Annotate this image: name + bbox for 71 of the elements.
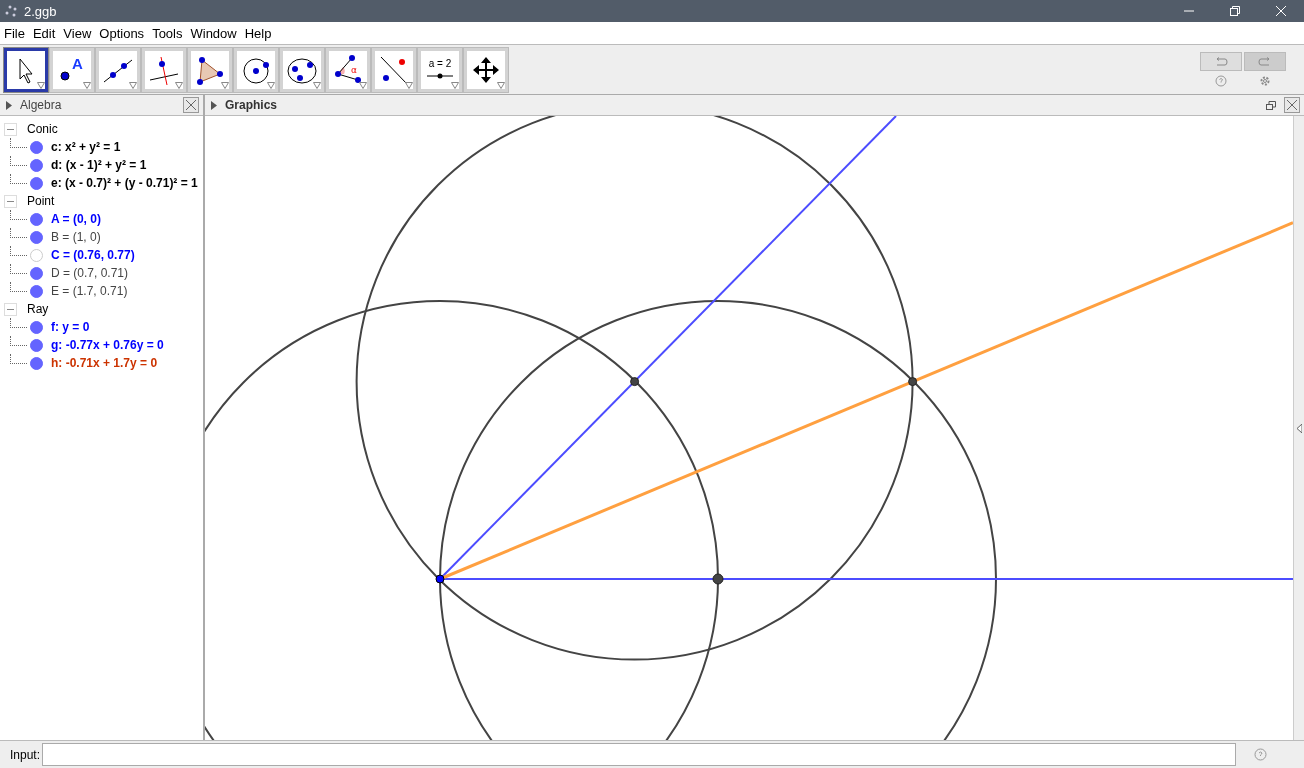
point (908, 377, 918, 387)
dropdown-triangle-icon (405, 81, 413, 89)
visibility-toggle[interactable] (30, 248, 43, 262)
menu-item[interactable]: View (59, 25, 96, 41)
panel-title: Algebra (20, 98, 63, 112)
panel-title: Graphics (225, 98, 279, 112)
dropdown-triangle-icon (359, 81, 367, 89)
visibility-toggle[interactable] (30, 230, 43, 244)
algebra-entry[interactable]: e: (x - 0.7)² + (y - 0.71)² = 1 (51, 176, 198, 190)
menu-item[interactable]: Edit (28, 25, 60, 41)
algebra-entry[interactable]: h: -0.71x + 1.7y = 0 (51, 356, 158, 370)
window-title: 2.ggb (24, 3, 58, 19)
menu-item[interactable]: Help (240, 25, 276, 41)
tool-button[interactable]: α (326, 47, 370, 92)
dropdown-triangle-icon (83, 81, 91, 89)
dropdown-triangle-icon (451, 81, 459, 89)
collapse-toggle[interactable] (4, 122, 17, 136)
group-label: Point (27, 194, 55, 208)
point (630, 377, 640, 387)
close-button[interactable] (1284, 97, 1300, 113)
collapse-toggle[interactable] (4, 302, 17, 316)
collapse-toggle[interactable] (4, 194, 17, 208)
group-label: Ray (27, 302, 49, 316)
tool-button[interactable]: a = 2 (418, 47, 462, 92)
algebra-entry[interactable]: D = (0.7, 0.71) (51, 266, 129, 280)
visibility-toggle[interactable] (30, 140, 43, 154)
algebra-entry[interactable]: C = (0.76, 0.77) (51, 248, 135, 262)
close-button[interactable] (183, 97, 199, 113)
algebra-entry[interactable]: E = (1.7, 0.71) (51, 284, 128, 298)
visibility-toggle[interactable] (30, 212, 43, 226)
close-icon (186, 100, 196, 110)
algebra-entry[interactable]: f: y = 0 (51, 320, 90, 334)
visibility-toggle[interactable] (30, 320, 43, 334)
visibility-toggle[interactable] (30, 284, 43, 298)
visibility-toggle[interactable] (30, 338, 43, 352)
visibility-toggle[interactable] (30, 266, 43, 280)
algebra-entry[interactable]: c: x² + y² = 1 (51, 140, 121, 154)
point (712, 573, 724, 585)
algebra-entry[interactable]: d: (x - 1)² + y² = 1 (51, 158, 147, 172)
restore-icon (1230, 6, 1240, 16)
undock-icon[interactable] (1266, 100, 1276, 110)
tool-button[interactable]: A (50, 47, 94, 92)
dropdown-triangle-icon (267, 81, 275, 89)
close-icon (1276, 6, 1286, 16)
close-icon (1287, 100, 1297, 110)
menu-item[interactable]: Options (95, 25, 149, 41)
algebra-entry[interactable]: g: -0.77x + 0.76y = 0 (51, 338, 164, 352)
point (435, 574, 445, 584)
side-panel-arrow-icon[interactable] (1296, 423, 1302, 433)
expand-icon[interactable] (211, 100, 217, 110)
dropdown-triangle-icon (37, 81, 45, 89)
visibility-toggle[interactable] (30, 356, 43, 370)
app-icon (4, 4, 18, 18)
menu-item[interactable]: Tools (148, 25, 187, 41)
input-label: Input: (10, 747, 41, 762)
expand-icon[interactable] (6, 100, 12, 110)
dropdown-triangle-icon (129, 81, 137, 89)
tool-button[interactable] (4, 47, 48, 92)
settings-icon[interactable] (1259, 75, 1271, 87)
group-label: Conic (27, 122, 58, 136)
dropdown-triangle-icon (497, 81, 505, 89)
menu-item[interactable]: Window (186, 25, 241, 41)
visibility-toggle[interactable] (30, 176, 43, 190)
input-field[interactable] (42, 743, 1237, 766)
dropdown-triangle-icon (221, 81, 229, 89)
algebra-entry[interactable]: B = (1, 0) (51, 230, 101, 244)
dropdown-triangle-icon (313, 81, 321, 89)
dropdown-triangle-icon (175, 81, 183, 89)
visibility-toggle[interactable] (30, 158, 43, 172)
menu-item[interactable]: File (0, 25, 29, 41)
algebra-entry[interactable]: A = (0, 0) (51, 212, 101, 226)
